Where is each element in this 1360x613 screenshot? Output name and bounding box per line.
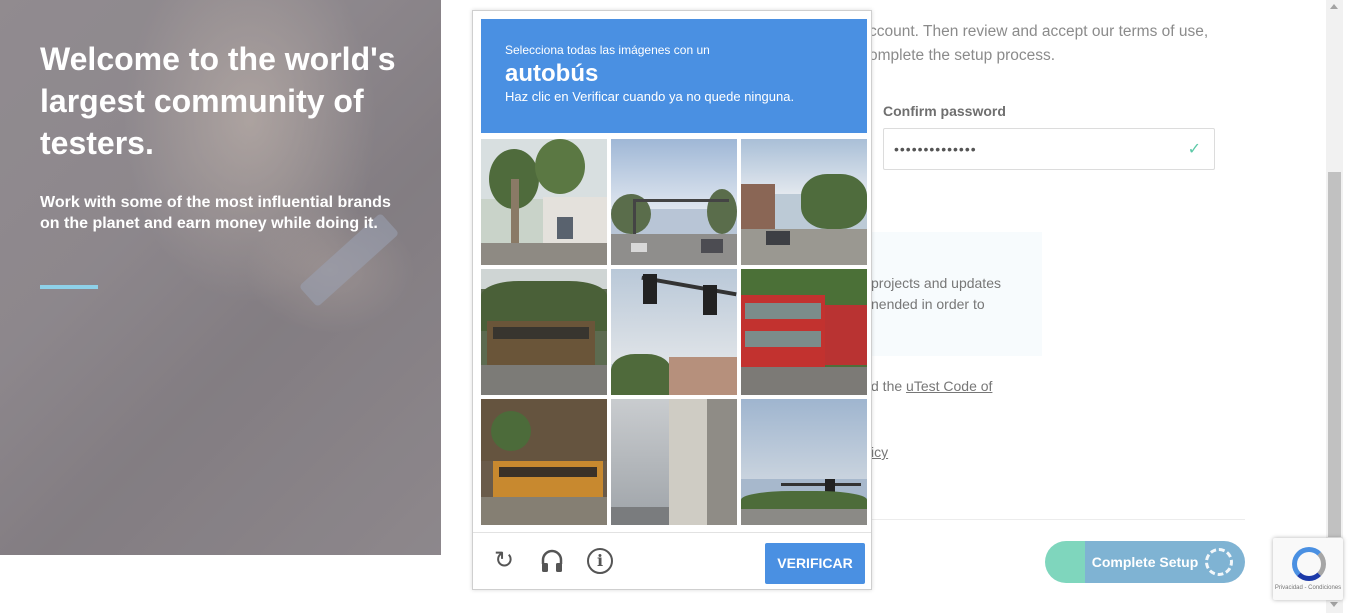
captcha-instruction: Selecciona todas las imágenes con un: [505, 43, 710, 57]
captcha-tile-2[interactable]: [611, 139, 737, 265]
recaptcha-badge[interactable]: Privacidad - Condiciones: [1273, 538, 1343, 600]
divider: [861, 519, 1245, 520]
captcha-tile-8[interactable]: [611, 399, 737, 525]
accent-line: [40, 285, 98, 289]
reload-icon[interactable]: ↻: [491, 548, 517, 574]
captcha-target: autobús: [505, 60, 599, 87]
privacy-policy-link[interactable]: icy: [871, 444, 888, 460]
captcha-tile-6[interactable]: [741, 269, 867, 395]
confirm-password-field[interactable]: •••••••••••••• ✓: [883, 128, 1215, 170]
confirm-password-value: ••••••••••••••: [894, 141, 977, 157]
captcha-tile-3[interactable]: [741, 139, 867, 265]
captcha-tile-5[interactable]: [611, 269, 737, 395]
captcha-tile-7[interactable]: [481, 399, 607, 525]
complete-setup-button[interactable]: Complete Setup: [1045, 541, 1245, 583]
captcha-tile-4[interactable]: [481, 269, 607, 395]
scroll-up-icon[interactable]: [1330, 4, 1338, 9]
intro-text: ccount. Then review and accept our terms…: [869, 23, 1209, 64]
hero-title: Welcome to the world's largest community…: [40, 41, 396, 161]
verify-button[interactable]: VERIFICAR: [765, 543, 865, 584]
scrollbar-thumb[interactable]: [1328, 172, 1341, 537]
loading-spinner-icon: [1205, 548, 1233, 576]
code-prefix: d the: [871, 378, 907, 394]
captcha-header: Selecciona todas las imágenes con un aut…: [481, 19, 867, 133]
code-of-conduct-link[interactable]: uTest Code of: [906, 378, 992, 394]
captcha-footer: ↻ i VERIFICAR: [473, 532, 871, 589]
page: Welcome to the world's largest community…: [0, 0, 1360, 613]
captcha-tile-1[interactable]: [481, 139, 607, 265]
code-of-conduct-text: d the uTest Code of: [871, 378, 992, 394]
captcha-tile-9[interactable]: [741, 399, 867, 525]
hero-subtitle: Work with some of the most influential b…: [40, 194, 391, 232]
captcha-grid: [481, 139, 867, 525]
headphones-icon[interactable]: [539, 548, 565, 574]
complete-setup-label: Complete Setup: [1091, 554, 1199, 570]
confirm-password-label: Confirm password: [883, 103, 1006, 119]
info-text: projects and updates nended in order to: [871, 275, 1001, 312]
hero-panel: Welcome to the world's largest community…: [0, 0, 441, 555]
scroll-down-icon[interactable]: [1330, 602, 1338, 607]
captcha-dialog: Selecciona todas las imágenes con un aut…: [472, 10, 872, 590]
badge-caption: Privacidad - Condiciones: [1274, 585, 1342, 591]
info-icon[interactable]: i: [587, 548, 613, 574]
recaptcha-logo-icon: [1292, 547, 1326, 581]
scrollbar[interactable]: [1326, 0, 1343, 613]
captcha-hint: Haz clic en Verificar cuando ya no quede…: [505, 89, 795, 104]
check-icon: ✓: [1187, 141, 1202, 158]
